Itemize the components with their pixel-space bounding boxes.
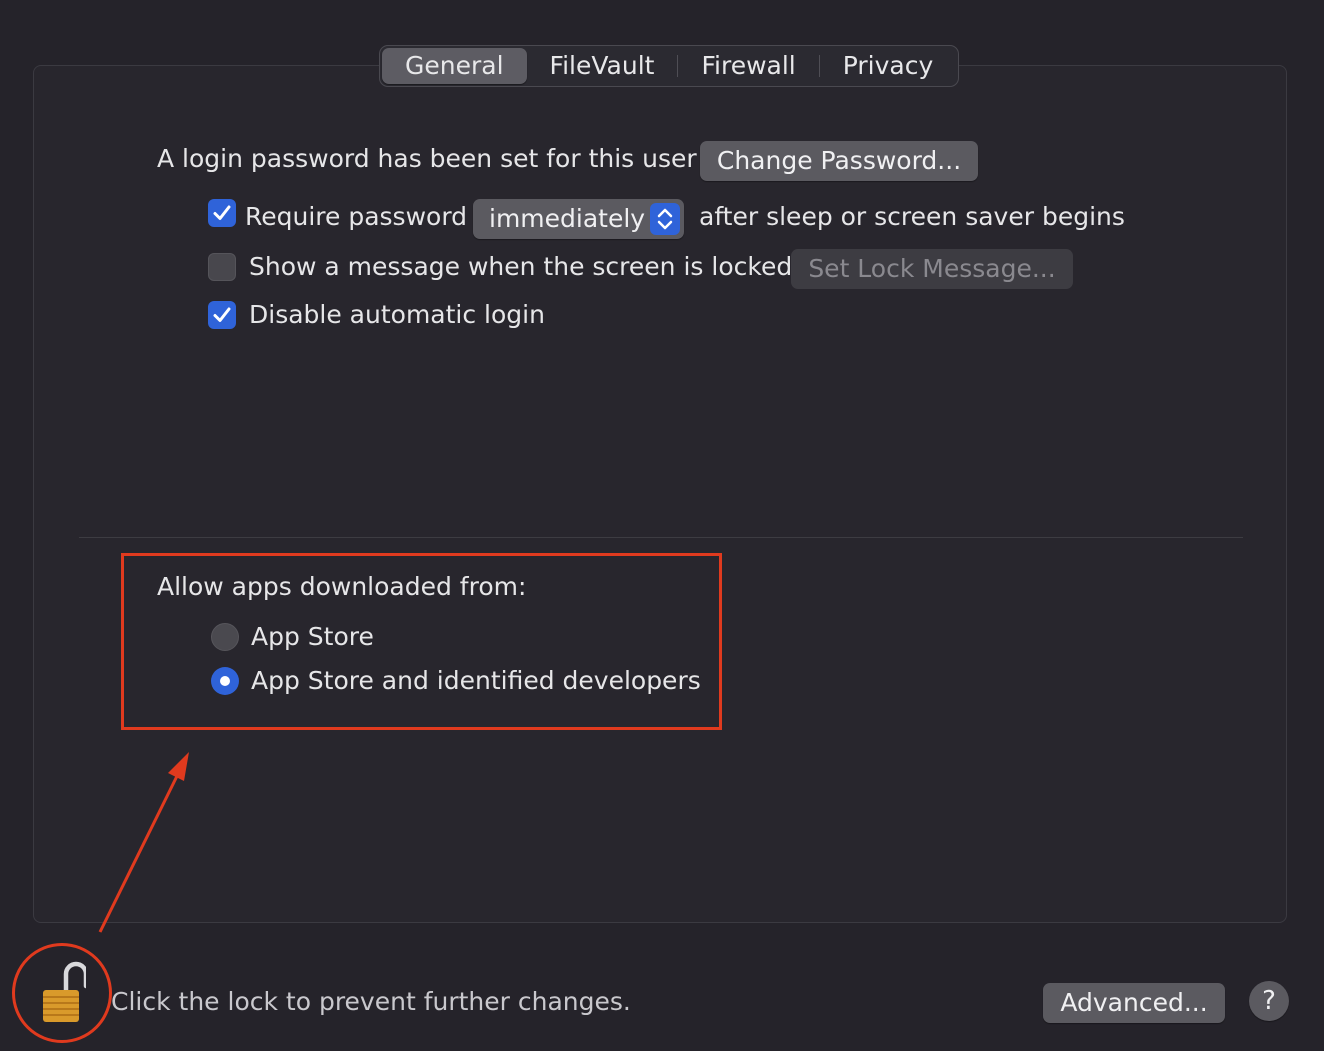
require-password-select[interactable]: immediately: [473, 199, 684, 239]
login-password-text: A login password has been set for this u…: [157, 144, 697, 173]
updown-chevron-icon: [650, 203, 680, 235]
help-button[interactable]: ?: [1249, 981, 1289, 1021]
advanced-button[interactable]: Advanced...: [1043, 983, 1225, 1023]
tab-firewall[interactable]: Firewall: [678, 48, 818, 84]
show-message-checkbox[interactable]: [208, 253, 236, 281]
require-password-checkbox[interactable]: [208, 199, 236, 227]
disable-auto-login-checkbox[interactable]: [208, 301, 236, 329]
checkmark-icon: [213, 205, 231, 220]
require-password-suffix: after sleep or screen saver begins: [699, 202, 1125, 231]
set-lock-message-button[interactable]: Set Lock Message...: [791, 249, 1073, 289]
change-password-button[interactable]: Change Password...: [700, 141, 978, 181]
require-password-select-value: immediately: [489, 204, 646, 233]
checkmark-icon: [213, 307, 231, 322]
tab-filevault[interactable]: FileVault: [527, 48, 678, 84]
tab-privacy[interactable]: Privacy: [820, 48, 957, 84]
section-divider: [79, 537, 1243, 538]
require-password-label: Require password: [245, 202, 468, 231]
unlocked-padlock-icon[interactable]: [40, 960, 86, 1024]
annotation-highlight-box: [121, 553, 722, 730]
show-message-label: Show a message when the screen is locked: [249, 252, 793, 281]
settings-panel: [33, 65, 1287, 923]
disable-auto-login-label: Disable automatic login: [249, 300, 545, 329]
tab-general[interactable]: General: [382, 48, 527, 84]
lock-instruction-text: Click the lock to prevent further change…: [111, 987, 631, 1016]
tab-bar: General FileVault Firewall Privacy: [379, 45, 960, 87]
